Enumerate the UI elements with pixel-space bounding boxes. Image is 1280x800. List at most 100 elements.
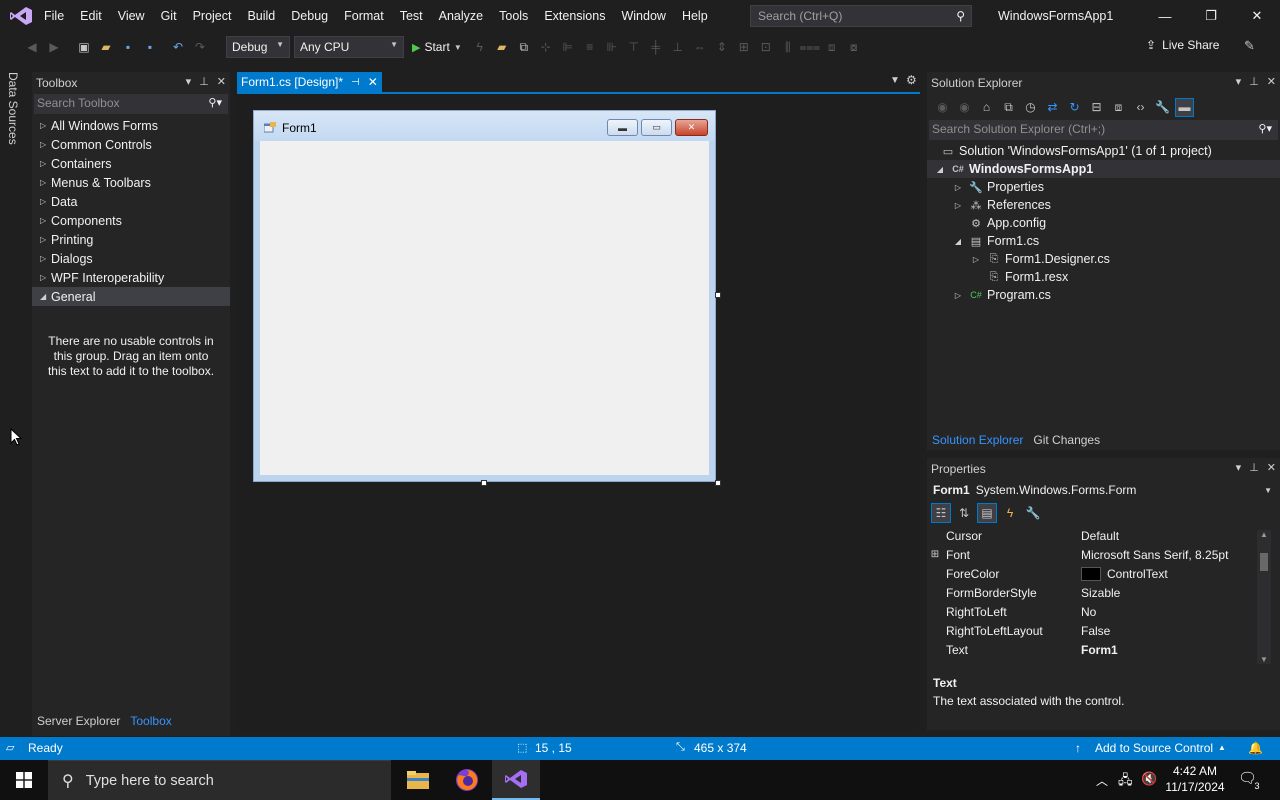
tab-server-explorer[interactable]: Server Explorer (32, 714, 125, 728)
property-object-selector[interactable]: Form1 System.Windows.Forms.Form ▼ (927, 480, 1280, 500)
properties-view-icon[interactable]: ▤ (977, 503, 997, 523)
switch-views-icon[interactable]: ⧉ (999, 98, 1018, 117)
output-window-icon[interactable]: ▱ (6, 741, 14, 754)
close-icon[interactable]: ✕ (1267, 75, 1276, 88)
resize-handle-bottom[interactable] (481, 480, 487, 486)
save-icon[interactable]: ▪ (118, 37, 138, 57)
events-lightning-icon[interactable]: ϟ (1000, 503, 1020, 523)
show-hidden-icons-icon[interactable]: ︿ (1096, 772, 1108, 789)
toolbox-group-wpf-interoperability[interactable]: ▷ WPF Interoperability (32, 268, 230, 287)
form-maximize-icon[interactable]: ▭ (641, 119, 672, 136)
align-grid-icon[interactable]: ⊹ (536, 37, 556, 57)
property-row-righttoleftlayout[interactable]: RightToLeftLayout False (927, 621, 1280, 640)
collapse-all-icon[interactable]: ⊟ (1087, 98, 1106, 117)
close-icon[interactable]: ✕ (1267, 461, 1276, 474)
solution-configuration-dropdown[interactable]: Debug ▼ (226, 36, 290, 58)
toolbox-group-components[interactable]: ▷ Components (32, 211, 230, 230)
menu-window[interactable]: Window (613, 0, 673, 32)
tree-item-form1-cs[interactable]: ◢ ▤ Form1.cs (927, 232, 1280, 250)
property-value[interactable]: False (1081, 624, 1110, 638)
refresh-icon[interactable]: ↻ (1065, 98, 1084, 117)
live-share-button[interactable]: ⇪ Live Share (1146, 38, 1219, 52)
taskbar-search-input[interactable]: ⚲ Type here to search (48, 760, 391, 800)
vertical-spacing-icon[interactable]: ⩶ (799, 37, 820, 57)
volume-muted-icon[interactable]: 🔇 (1141, 771, 1157, 787)
align-lefts-icon[interactable]: ⊫ (558, 37, 578, 57)
scrollbar-thumb[interactable] (1260, 553, 1268, 571)
solution-explorer-search-input[interactable]: Search Solution Explorer (Ctrl+;) ⚲▾ (929, 120, 1278, 140)
menu-tools[interactable]: Tools (491, 0, 536, 32)
tree-item-solution[interactable]: ▭ Solution 'WindowsFormsApp1' (1 of 1 pr… (927, 142, 1280, 160)
network-icon[interactable]: 🖧 (1118, 771, 1133, 793)
close-window-button[interactable]: ✕ (1234, 0, 1280, 32)
bring-to-front-icon[interactable]: ⧈ (822, 37, 842, 57)
pin-icon[interactable]: ⊣ (351, 77, 360, 88)
menu-edit[interactable]: Edit (72, 0, 110, 32)
toolbox-group-common-controls[interactable]: ▷ Common Controls (32, 135, 230, 154)
property-value[interactable]: No (1081, 605, 1096, 619)
visual-studio-taskbar-icon[interactable] (492, 760, 540, 800)
align-middles-icon[interactable]: ╪ (646, 37, 666, 57)
toolbox-group-general[interactable]: ◢ General (32, 287, 230, 306)
tab-solution-explorer[interactable]: Solution Explorer (927, 433, 1028, 447)
expand-plus-icon[interactable]: ⊞ (927, 549, 943, 560)
horizontal-spacing-icon[interactable]: ⫼ (778, 37, 798, 57)
show-all-files-icon[interactable]: ⧈ (1109, 98, 1128, 117)
menu-view[interactable]: View (110, 0, 153, 32)
expand-icon[interactable]: ▷ (967, 255, 985, 264)
chevron-up-icon[interactable]: ▲ (1218, 743, 1226, 752)
expand-icon[interactable]: ▷ (949, 183, 967, 192)
form-minimize-icon[interactable]: ▬ (607, 119, 638, 136)
save-all-icon[interactable]: ▪ (140, 37, 160, 57)
menu-analyze[interactable]: Analyze (431, 0, 491, 32)
property-value[interactable]: ControlText (1107, 567, 1168, 581)
home-icon[interactable]: ⌂ (977, 98, 996, 117)
scroll-up-icon[interactable]: ▲ (1257, 530, 1271, 539)
pending-changes-filter-icon[interactable]: ◷ (1021, 98, 1040, 117)
file-explorer-icon[interactable] (394, 760, 442, 800)
expand-icon[interactable]: ▷ (949, 291, 967, 300)
sync-active-document-icon[interactable]: ⇄ (1043, 98, 1062, 117)
firefox-icon[interactable] (443, 760, 491, 800)
property-value[interactable]: Default (1081, 529, 1119, 543)
toolbox-group-containers[interactable]: ▷ Containers (32, 154, 230, 173)
property-row-text[interactable]: Text Form1 (927, 640, 1280, 659)
navigate-forward-icon[interactable]: ▶ (44, 37, 64, 57)
make-same-size-icon[interactable]: ⊡ (756, 37, 776, 57)
visual-studio-logo-icon[interactable] (9, 6, 33, 26)
tab-toolbox[interactable]: Toolbox (125, 714, 176, 728)
property-pages-wrench-icon[interactable]: 🔧 (1023, 503, 1043, 523)
close-icon[interactable]: ✕ (217, 75, 226, 88)
toolbox-group-dialogs[interactable]: ▷ Dialogs (32, 249, 230, 268)
alphabetical-icon[interactable]: ⇅ (954, 503, 974, 523)
minimize-window-button[interactable]: — (1142, 0, 1188, 32)
toolbox-group-menus-toolbars[interactable]: ▷ Menus & Toolbars (32, 173, 230, 192)
tree-item-properties[interactable]: ▷ 🔧 Properties (927, 178, 1280, 196)
tab-git-changes[interactable]: Git Changes (1028, 433, 1105, 447)
tree-item-app-config[interactable]: ⚙ App.config (927, 214, 1280, 232)
back-icon[interactable]: ◉ (933, 98, 952, 117)
form1-window[interactable]: Form1 ▬ ▭ ✕ (253, 110, 716, 482)
form-close-icon[interactable]: ✕ (675, 119, 708, 136)
add-to-source-control-button[interactable]: Add to Source Control (1095, 741, 1213, 755)
browse-folder-icon[interactable]: ▰ (492, 37, 512, 57)
form1-client-area[interactable] (260, 141, 709, 475)
start-debugging-button[interactable]: ▶ Start ▼ (406, 40, 468, 54)
toolbox-search-input[interactable]: Search Toolbox ⚲▾ (34, 94, 228, 114)
taskbar-clock[interactable]: 4:42 AM 11/17/2024 (1162, 763, 1228, 795)
toolbox-group-printing[interactable]: ▷ Printing (32, 230, 230, 249)
menu-extensions[interactable]: Extensions (536, 0, 613, 32)
categorized-icon[interactable]: ☷ (931, 503, 951, 523)
tree-item-project[interactable]: ◢ C# WindowsFormsApp1 (927, 160, 1280, 178)
properties-wrench-icon[interactable]: 🔧 (1153, 98, 1172, 117)
menu-project[interactable]: Project (185, 0, 240, 32)
menu-file[interactable]: File (36, 0, 72, 32)
toolbox-group-all-windows-forms[interactable]: ▷ All Windows Forms (32, 116, 230, 135)
windows-start-icon[interactable] (0, 760, 48, 800)
send-to-back-icon[interactable]: ⧇ (844, 37, 864, 57)
align-bottoms-icon[interactable]: ⊥ (668, 37, 688, 57)
property-row-righttoleft[interactable]: RightToLeft No (927, 602, 1280, 621)
resize-handle-right[interactable] (715, 292, 721, 298)
property-value[interactable]: Microsoft Sans Serif, 8.25pt (1081, 548, 1228, 562)
align-centers-icon[interactable]: ≡ (580, 37, 600, 57)
